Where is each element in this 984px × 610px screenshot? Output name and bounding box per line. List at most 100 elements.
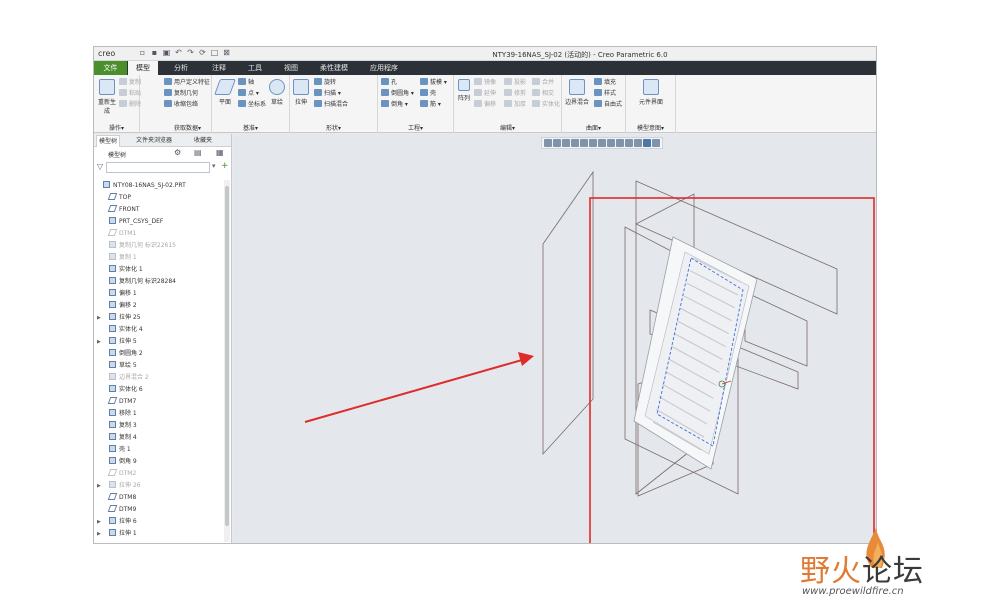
tree-item[interactable]: DTM7 — [97, 396, 136, 408]
tab-annotate[interactable]: 注释 — [204, 61, 234, 75]
tree-item[interactable]: 复制 3 — [97, 420, 137, 432]
axis-button[interactable]: 轴 — [238, 78, 254, 87]
tree-filter-icon[interactable]: ⚙ — [174, 148, 181, 157]
tree-item[interactable]: TOP — [97, 192, 131, 204]
tree-item[interactable]: PRT_CSYS_DEF — [97, 216, 163, 228]
graphics-area[interactable] — [233, 134, 876, 543]
copy-geometry-button[interactable]: 复制几何 — [164, 89, 198, 98]
tab-analysis[interactable]: 分析 — [166, 61, 196, 75]
tree-item[interactable]: 移除 1 — [97, 408, 137, 420]
tab-file[interactable]: 文件 — [94, 61, 127, 75]
extrude-button[interactable]: 拉伸 — [292, 79, 310, 106]
offset-button[interactable]: 偏移 — [474, 100, 496, 109]
tab-tools[interactable]: 工具 — [240, 61, 270, 75]
udf-button[interactable]: 用户定义特征 — [164, 78, 210, 87]
tree-columns-icon[interactable]: ▦ — [216, 148, 224, 157]
hole-button[interactable]: 孔 — [381, 78, 397, 87]
tree-item[interactable]: 实体化 1 — [97, 264, 143, 276]
csys-button[interactable]: 坐标系 — [238, 100, 266, 109]
tree-item[interactable]: 偏移 2 — [97, 300, 137, 312]
style-button[interactable]: 样式 — [594, 89, 616, 98]
fill-button[interactable]: 填充 — [594, 78, 616, 87]
group-label-editing[interactable]: 编辑▾ — [454, 123, 561, 132]
tree-item[interactable]: DTM1 — [97, 228, 136, 240]
group-label-get-data[interactable]: 获取数据▾ — [140, 123, 211, 132]
group-label-datum[interactable]: 基准▾ — [212, 123, 289, 132]
tree-item[interactable]: 边界混合 2 — [97, 372, 149, 384]
tree-item[interactable]: ▶ 拉伸 6 — [97, 516, 137, 528]
intersect-button[interactable]: 相交 — [532, 89, 554, 98]
tree-item[interactable]: ▶ 拉伸 25 — [97, 312, 141, 324]
expand-toggle-icon[interactable]: ▶ — [97, 516, 103, 528]
plane-button[interactable]: 平面 — [214, 79, 236, 106]
tree-item[interactable]: 复制 1 — [97, 252, 137, 264]
tab-model-tree[interactable]: 模型树 — [96, 135, 121, 147]
sweep-button[interactable]: 扫描 ▾ — [314, 89, 341, 98]
filter-icon[interactable]: ▽ — [97, 162, 103, 171]
tree-scrollbar[interactable] — [224, 180, 230, 542]
project-button[interactable]: 投影 — [504, 78, 526, 87]
trim-button[interactable]: 修剪 — [504, 89, 526, 98]
tab-model[interactable]: 模型 — [128, 61, 158, 75]
tree-item[interactable]: DTM8 — [97, 492, 136, 504]
delete-button[interactable]: 删除 — [119, 100, 141, 109]
group-label-engineering[interactable]: 工程▾ — [378, 123, 453, 132]
shrinkwrap-button[interactable]: 收缩包络 — [164, 100, 198, 109]
tab-applications[interactable]: 应用程序 — [364, 61, 404, 75]
tree-item[interactable]: DTM9 — [97, 504, 136, 516]
extend-button[interactable]: 延伸 — [474, 89, 496, 98]
group-label-surfaces[interactable]: 曲面▾ — [562, 123, 625, 132]
merge-button[interactable]: 合并 — [532, 78, 554, 87]
solidify-button[interactable]: 实体化 — [532, 100, 560, 109]
add-icon[interactable]: + — [221, 161, 229, 171]
tree-item[interactable]: 倒圆角 2 — [97, 348, 143, 360]
shell-button[interactable]: 壳 — [420, 89, 436, 98]
group-label-model-intent[interactable]: 模型意图▾ — [626, 123, 675, 132]
tree-item[interactable]: 实体化 4 — [97, 324, 143, 336]
tree-item[interactable]: 复制几何 标识22615 — [97, 240, 176, 252]
thicken-button[interactable]: 加厚 — [504, 100, 526, 109]
expand-toggle-icon[interactable]: ▶ — [97, 312, 103, 324]
tree-item[interactable]: ▶ 拉伸 26 — [97, 480, 141, 492]
tree-item[interactable]: 壳 1 — [97, 444, 131, 456]
tree-item[interactable]: FRONT — [97, 204, 140, 216]
tree-search-input[interactable] — [106, 162, 210, 173]
chamfer-button[interactable]: 倒角 ▾ — [381, 100, 408, 109]
tab-favorites[interactable]: 收藏夹 — [194, 135, 212, 147]
rib-button[interactable]: 筋 ▾ — [420, 100, 441, 109]
group-label-shapes[interactable]: 形状▾ — [290, 123, 377, 132]
pattern-button[interactable]: 阵列 — [456, 79, 472, 102]
sketch-button[interactable]: 草绘 — [268, 79, 286, 106]
tree-item[interactable]: ▶ 拉伸 5 — [97, 336, 137, 348]
tree-item[interactable]: 偏移 1 — [97, 288, 137, 300]
swept-blend-button[interactable]: 扫描混合 — [314, 100, 348, 109]
draft-button[interactable]: 拔模 ▾ — [420, 78, 447, 87]
tree-item[interactable]: 复制几何 标识28284 — [97, 276, 176, 288]
revolve-button[interactable]: 旋转 — [314, 78, 336, 87]
tree-item[interactable]: 实体化 6 — [97, 384, 143, 396]
tree-settings-icon[interactable]: ▤ — [194, 148, 202, 157]
component-interface-button[interactable]: 元件界面 — [632, 79, 670, 106]
expand-toggle-icon[interactable]: ▶ — [97, 336, 103, 348]
tree-item[interactable]: ▶ 拉伸 1 — [97, 528, 137, 540]
mirror-button[interactable]: 镜像 — [474, 78, 496, 87]
tree-item[interactable]: DTM2 — [97, 468, 136, 480]
expand-toggle-icon[interactable]: ▶ — [97, 528, 103, 540]
tree-item[interactable]: NTY08-16NAS_SJ-02.PRT — [97, 180, 186, 192]
copy-button[interactable]: 复制 — [119, 78, 141, 87]
tree-item[interactable]: 草绘 5 — [97, 360, 137, 372]
paste-button[interactable]: 粘贴 — [119, 89, 141, 98]
tab-view[interactable]: 视图 — [276, 61, 306, 75]
tree-item[interactable]: 倒角 9 — [97, 456, 137, 468]
point-button[interactable]: 点 ▾ — [238, 89, 259, 98]
expand-toggle-icon[interactable]: ▶ — [97, 480, 103, 492]
round-button[interactable]: 倒圆角 ▾ — [381, 89, 414, 98]
freestyle-button[interactable]: 自由式 — [594, 100, 622, 109]
boundary-blend-button[interactable]: 边界混合 — [564, 79, 590, 106]
tab-flexible-modeling[interactable]: 柔性建模 — [314, 61, 354, 75]
tree-item[interactable]: 复制 4 — [97, 432, 137, 444]
search-dropdown-icon[interactable]: ▾ — [212, 162, 216, 170]
regenerate-button[interactable]: 重新生成 — [96, 79, 118, 115]
tree-scrollbar-thumb[interactable] — [225, 186, 229, 526]
tab-folder-browser[interactable]: 文件夹浏览器 — [136, 135, 172, 147]
